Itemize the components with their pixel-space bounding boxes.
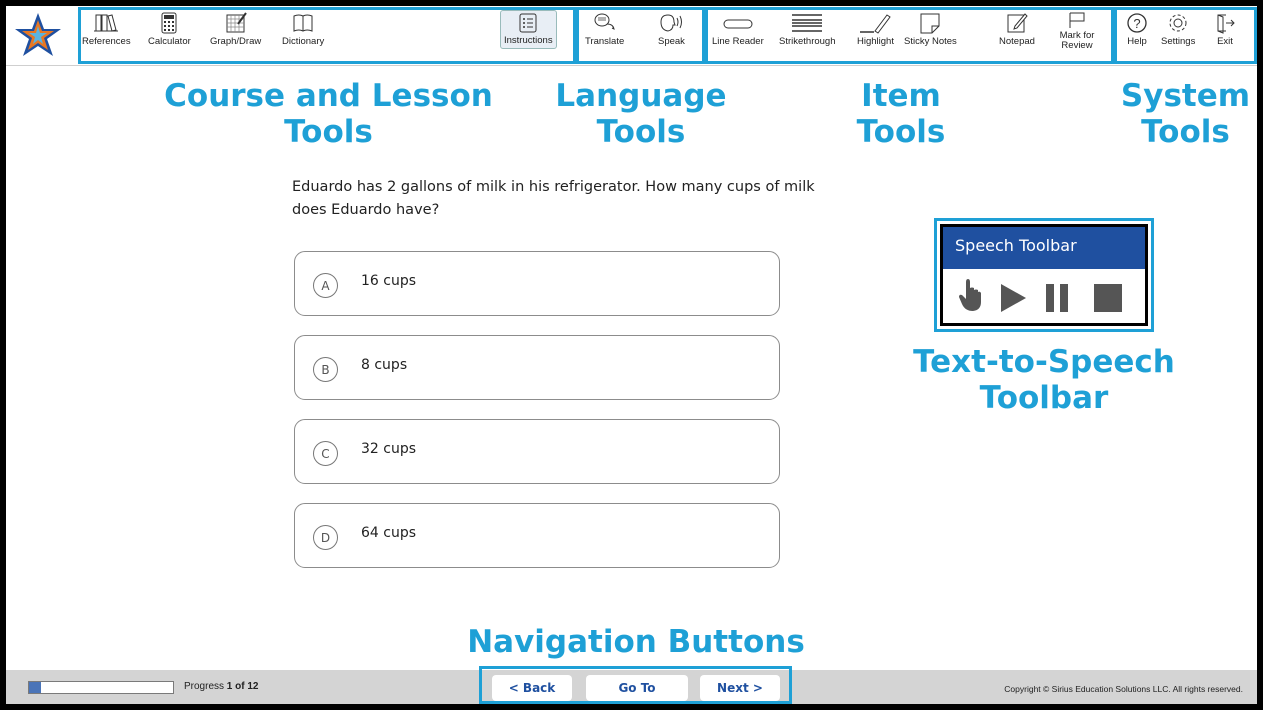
course-tools-box [78,7,576,64]
speech-toolbar-highlight: Speech Toolbar [934,218,1154,332]
course-annotation-line1: Course and Lesson [164,78,493,114]
answer-letter: C [313,441,338,466]
pause-icon[interactable] [1045,283,1069,317]
tts-annotation-line2: Toolbar [979,380,1109,416]
play-icon[interactable] [999,283,1027,317]
answer-option-c[interactable]: C 32 cups [294,419,780,484]
item-tools-box [705,7,1114,64]
progress-label: Progress [184,681,225,692]
item-annotation-line2: Tools [856,114,946,150]
logo-star-icon [15,13,61,56]
back-button[interactable]: < Back [492,675,572,701]
answer-text: 8 cups [361,357,408,373]
item-annotation-line1: Item [861,78,941,114]
progress-text: Progress 1 of 12 [184,681,258,692]
language-annotation-line2: Tools [596,114,686,150]
speech-controls [943,275,1145,321]
system-annotation-line1: System [1120,78,1251,114]
language-annotation-line1: Language [555,78,727,114]
answer-letter: D [313,525,338,550]
tts-toolbar-annotation: Text-to-Speech Toolbar [904,344,1184,416]
item-tools-annotation: Item Tools [836,78,966,150]
answer-text: 32 cups [361,441,417,457]
system-annotation-line2: Tools [1141,114,1230,150]
tts-annotation-line1: Text-to-Speech [913,344,1175,380]
progress-bar [28,681,174,694]
pointer-icon[interactable] [957,278,983,316]
answer-text: 16 cups [361,273,417,289]
system-tools-annotation: System Tools [1114,78,1257,150]
speech-toolbar-title: Speech Toolbar [943,227,1145,269]
progress-value: 1 of 12 [226,681,259,692]
next-button[interactable]: Next > [700,675,780,701]
course-tools-annotation: Course and Lesson Tools [156,78,501,150]
course-annotation-line2: Tools [284,114,373,150]
system-tools-box [1114,7,1257,64]
answer-letter: A [313,273,338,298]
app-frame: References Calculator Graph/Draw Diction… [6,6,1257,704]
progress-fill [29,682,41,693]
language-tools-annotation: Language Tools [546,78,736,150]
navigation-annotation: Navigation Buttons [467,624,805,660]
top-toolbar: References Calculator Graph/Draw Diction… [6,6,1257,66]
answer-text: 64 cups [361,525,417,541]
speech-toolbar: Speech Toolbar [940,224,1148,326]
answer-option-b[interactable]: B 8 cups [294,335,780,400]
language-tools-box [576,7,705,64]
answer-option-a[interactable]: A 16 cups [294,251,780,316]
question-text: Eduardo has 2 gallons of milk in his ref… [292,179,815,218]
answer-letter: B [313,357,338,382]
stop-icon[interactable] [1093,283,1123,317]
answer-option-d[interactable]: D 64 cups [294,503,780,568]
copyright-text: Copyright © Sirius Education Solutions L… [1004,684,1243,694]
go-to-button[interactable]: Go To [586,675,688,701]
